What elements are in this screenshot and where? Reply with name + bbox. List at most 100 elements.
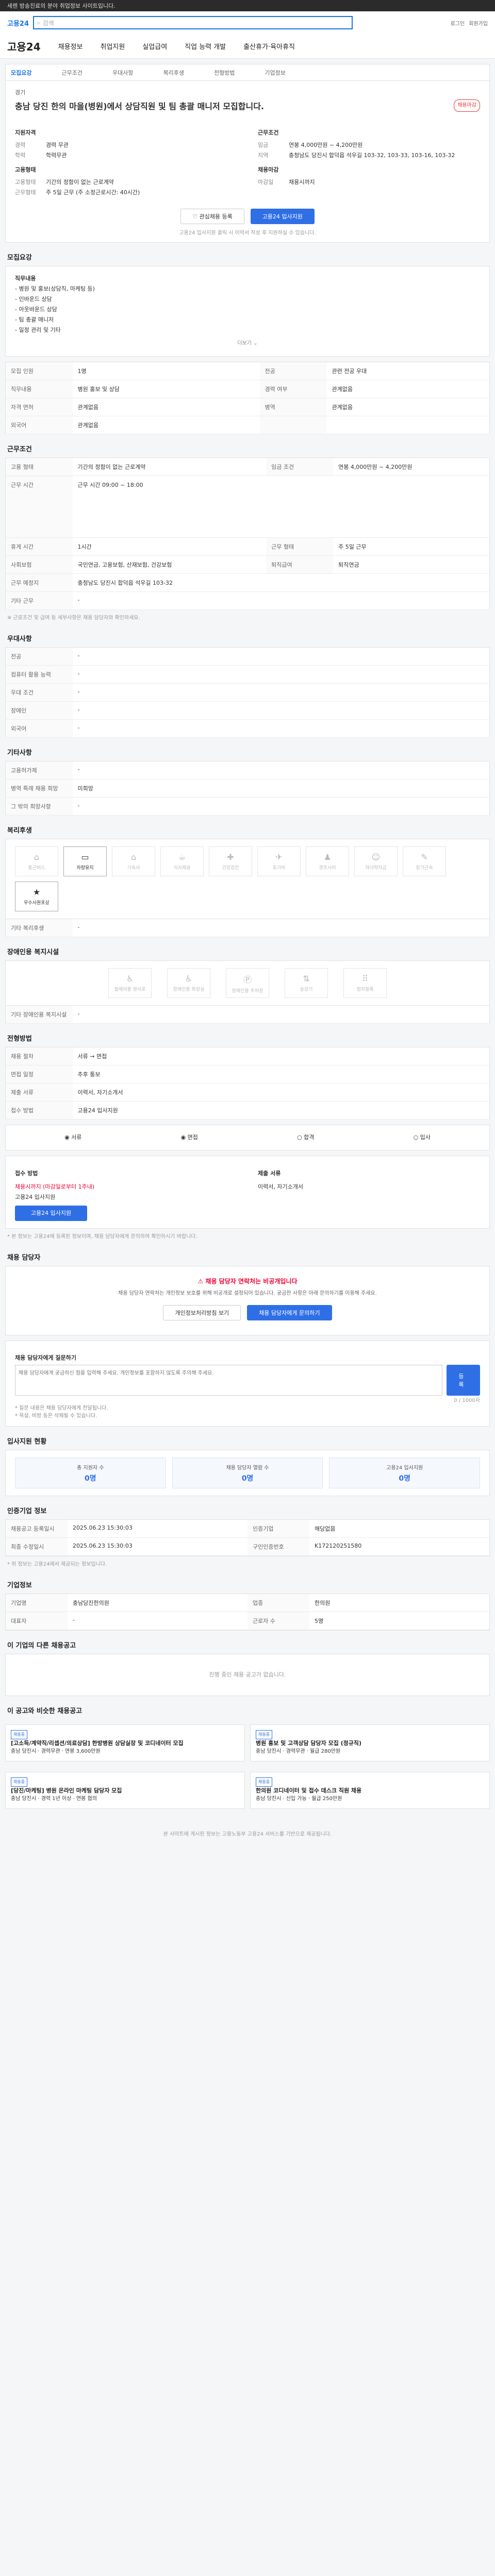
- welfare-item: ☺ 자녀학자금: [354, 846, 398, 876]
- recommend-card[interactable]: 채용중 [당진/마케팅] 병원 온라인 마케팅 담당자 모집 충남 당진시 · 경력…: [5, 1772, 245, 1809]
- nav-item-training[interactable]: 직업 능력 개발: [185, 41, 226, 51]
- spec-key: 직무내용: [5, 380, 73, 398]
- recommend-card[interactable]: 채용중 [고소득/계약직/리셉션/의료상담] 한방병원 상담실장 및 코디네이터 …: [5, 1724, 245, 1761]
- summary-row: 고용형태 기간의 정함이 없는 근로계약: [15, 177, 237, 187]
- table-row: 외국어 관계없음: [5, 416, 490, 434]
- tab-company[interactable]: 기업정보: [265, 69, 285, 77]
- info-value: 2025.06.23 15:30:03: [68, 1520, 248, 1538]
- work-value: 충청남도 당진시 합덕읍 석우길 103-32: [72, 573, 490, 592]
- work-value: 기간의 정함이 없는 근로계약: [72, 457, 267, 476]
- site-logo[interactable]: 고용24: [7, 18, 29, 28]
- stat-value: 0명: [241, 1474, 254, 1483]
- process-key: 채용 절차: [5, 1047, 73, 1065]
- nav-item-support[interactable]: 취업지원: [100, 41, 125, 51]
- recommend-card[interactable]: 채용중 한의원 코디네이터 및 접수 데스크 직원 채용 충남 당진시 · 신입 가…: [250, 1772, 490, 1809]
- welfare-label: 건강검진: [222, 866, 239, 871]
- tab-preferences[interactable]: 우대사항: [112, 69, 133, 77]
- spec-key: 자격 면허: [5, 398, 73, 416]
- nav-item-unemployment[interactable]: 실업급여: [142, 41, 167, 51]
- summary-key: 지역: [258, 152, 269, 159]
- process-key: 면접 일정: [5, 1065, 73, 1083]
- spec-value: 병원 홍보 및 상담: [72, 380, 260, 398]
- table-row: 사회보험 국민연금, 고용보험, 산재보험, 건강보험 퇴직급여 퇴직연금: [5, 555, 490, 574]
- welfare-extra-key: 기타 복리후생: [5, 919, 73, 937]
- recommend-badge: 채용중: [256, 1730, 273, 1739]
- work-key: 고용 형태: [5, 457, 73, 476]
- welfare-item: ✚ 건강검진: [209, 846, 252, 876]
- nav-item-leave[interactable]: 출산휴가·육아휴직: [243, 41, 295, 51]
- table-row: 근무 시간 근무 시간 09:00 ~ 18:00: [5, 476, 490, 538]
- login-link[interactable]: 로그인: [451, 19, 465, 27]
- company-value: 5명: [309, 1612, 489, 1630]
- table-row: 우대 조건 -: [5, 683, 490, 702]
- spec-value: 관련 전공 우대: [326, 362, 490, 380]
- company-key: 업종: [248, 1594, 309, 1612]
- section-tabs: 모집요강 근무조건 우대사항 복리후생 전형방법 기업정보: [6, 64, 489, 81]
- recommend-title: [고소득/계약직/리셉션/의료상담] 한방병원 상담실장 및 코디네이터 모집: [11, 1740, 184, 1747]
- disability-item: Ⓟ 장애인용 주차장: [226, 968, 269, 998]
- contact-manager-button[interactable]: 채용 담당자에게 문의하기: [247, 1305, 332, 1320]
- process-steps: ◉ 서류 ◉ 면접 ○ 합격 ○ 입사: [5, 1125, 490, 1150]
- recruit-box: 직무내용 - 병원 및 홍보(상담직, 마케팅 등) - 인바운드 상담 - 아…: [5, 266, 490, 357]
- stat-value: 0명: [85, 1474, 96, 1483]
- tab-welfare[interactable]: 복리후생: [163, 69, 184, 77]
- qa-note: * 욕설, 비방 등은 삭제될 수 있습니다.: [15, 1413, 97, 1419]
- welfare-label: 식사제공: [173, 866, 191, 871]
- nav-brand[interactable]: 고용24: [7, 39, 41, 54]
- search-input[interactable]: ⌕ 검색: [33, 16, 353, 29]
- qa-submit-button[interactable]: 등록: [447, 1365, 480, 1396]
- tab-process[interactable]: 전형방법: [214, 69, 235, 77]
- qa-textarea[interactable]: [15, 1365, 443, 1396]
- etc-value: -: [72, 761, 490, 779]
- privacy-policy-button[interactable]: 개인정보처리방침 보기: [163, 1305, 241, 1320]
- work-value: 주 5일 근무: [333, 537, 490, 556]
- plane-icon: ✈: [275, 852, 283, 862]
- qa-title: 채용 담당자에게 질문하기: [15, 1354, 76, 1361]
- disability-label: 휠체어용 경사로: [114, 987, 146, 992]
- job-title: 충남 당진 한의 마을(병원)에서 상담직원 및 팀 총괄 매니저 모집합니다.: [15, 101, 264, 111]
- spec-value: 관계없음: [326, 398, 490, 416]
- spec-key: 병역: [259, 398, 327, 416]
- tab-recruit[interactable]: 모집요강: [11, 69, 31, 77]
- manager-alert-row: ⚠ 채용 담당자 연락처는 비공개입니다: [16, 1277, 479, 1285]
- apply-button[interactable]: 고용24 입사지원: [250, 209, 315, 224]
- step-item: ○ 합격: [297, 1132, 314, 1143]
- process-value: 고용24 입사지원: [72, 1101, 490, 1120]
- work-value: 퇴직연금: [333, 555, 490, 574]
- spec-key: 전공: [259, 362, 327, 380]
- disability-label: 장애인용 주차장: [232, 988, 263, 994]
- summary-right: 근무조건 임금 연봉 4,000만원 ~ 4,200만원 지역 충청남도 당진시 합…: [258, 123, 480, 197]
- pref-value: -: [72, 665, 490, 684]
- recruit-more-button[interactable]: 더보기 ⌄: [15, 335, 480, 349]
- apply-section-button[interactable]: 고용24 입사지원: [15, 1206, 87, 1221]
- nav-item-jobs[interactable]: 채용정보: [58, 41, 83, 51]
- meal-icon: ☕: [178, 852, 186, 862]
- chevron-down-icon: ⌄: [253, 341, 258, 346]
- summary-right-heading-2: 채용마감: [258, 166, 279, 173]
- circle-icon: ○: [413, 1134, 419, 1141]
- manager-section-title: 채용 담당자: [7, 1254, 41, 1262]
- table-row: 고용허가제 -: [5, 761, 490, 779]
- recommend-card[interactable]: 채용중 병원 홍보 및 고객상담 담당자 모집 (정규직) 충남 당진시 · 경력무…: [250, 1724, 490, 1761]
- signup-link[interactable]: 회원가입: [469, 19, 488, 27]
- disability-item: ⇅ 승강기: [285, 968, 328, 998]
- welfare-label: 휴가비: [272, 866, 286, 871]
- search-icon[interactable]: ⌕: [37, 19, 41, 27]
- table-row: 면접 일정 추후 통보: [5, 1065, 490, 1083]
- table-row: 접수 방법 고용24 입사지원: [5, 1101, 490, 1120]
- info-grid: 채용공고 등록일시 2025.06.23 15:30:03 인증기업 해당없음 최종 …: [5, 1519, 490, 1556]
- table-row: 제출 서류 이력서, 자기소개서: [5, 1083, 490, 1101]
- info-key: 인증기업: [248, 1520, 309, 1538]
- welfare-item: ✎ 장기근속: [403, 846, 446, 876]
- scrap-button[interactable]: ♡ 관심채용 등록: [180, 209, 244, 224]
- summary-row: 지역 충청남도 당진시 합덕읍 석우길 103-32, 103-33, 103-1…: [258, 150, 480, 160]
- etc-value: -: [72, 797, 490, 816]
- company-value: 한의원: [309, 1594, 489, 1612]
- stats-section-title: 입사지원 현황: [7, 1438, 47, 1446]
- summary-value: 채용시까지: [289, 179, 315, 185]
- child-icon: ☺: [371, 852, 381, 862]
- spec-value: [326, 416, 490, 434]
- tab-conditions[interactable]: 근무조건: [61, 69, 82, 77]
- info-key: 구인인증번호: [248, 1538, 309, 1556]
- spec-key: 모집 인원: [5, 362, 73, 380]
